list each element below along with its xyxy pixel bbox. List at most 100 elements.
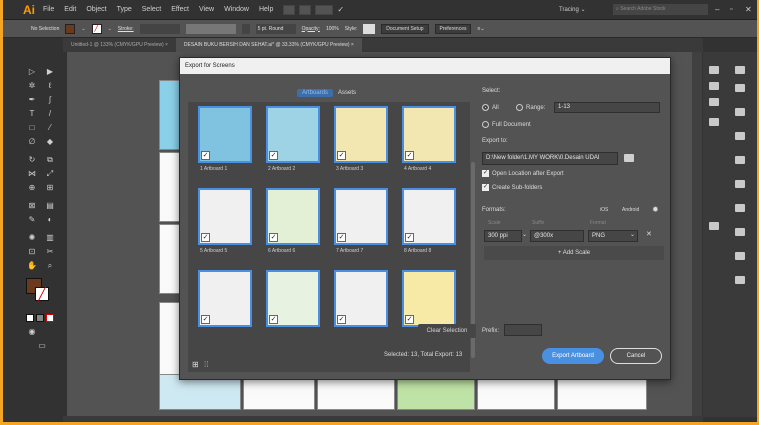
appearance-icon[interactable] [735, 204, 745, 212]
draw-mode-icon[interactable]: ◉ [25, 326, 39, 337]
properties-icon[interactable] [709, 66, 719, 74]
menu-help[interactable]: Help [259, 6, 273, 13]
ios-preset[interactable]: iOS [600, 207, 608, 213]
menu-object[interactable]: Object [86, 6, 106, 13]
gradient-tool-icon[interactable]: ▤ [43, 200, 57, 211]
close-tab-icon[interactable]: × [165, 42, 168, 48]
artboard-thumbnail[interactable]: ✓ [266, 106, 320, 163]
create-subfolders-checkbox[interactable]: ✓ Create Sub-folders [482, 184, 542, 191]
grid-view-icon[interactable]: ⊞ [192, 360, 199, 369]
checkbox-icon[interactable]: ✓ [405, 233, 414, 242]
menu-edit[interactable]: Edit [64, 6, 76, 13]
format-dropdown-icon[interactable]: ⌄ [630, 231, 635, 238]
checkbox-icon[interactable]: ✓ [482, 170, 489, 177]
menu-view[interactable]: View [199, 6, 214, 13]
artboard-thumbnail[interactable]: ✓ [198, 188, 252, 245]
checkbox-icon[interactable]: ✓ [269, 233, 278, 242]
artboard-thumbnail[interactable]: ✓ [266, 270, 320, 327]
menu-window[interactable]: Window [224, 6, 249, 13]
artboard-thumbnail[interactable]: ✓ [334, 270, 388, 327]
lasso-icon[interactable]: ℓ [43, 80, 57, 91]
shaper-tool-icon[interactable]: ∅ [25, 136, 39, 147]
magic-wand-icon[interactable]: ✲ [25, 80, 39, 91]
preferences-button[interactable]: Preferences [434, 23, 472, 34]
artboard-thumbnail[interactable]: ✓ [402, 106, 456, 163]
type-tool-icon[interactable]: T [25, 108, 39, 119]
checkbox-icon[interactable]: ✓ [337, 315, 346, 324]
scale-dropdown-icon[interactable]: ⌄ [522, 231, 527, 238]
radio-range[interactable]: Range: [516, 104, 545, 111]
brushes-icon[interactable] [735, 108, 745, 116]
color-mode-icon[interactable] [26, 314, 34, 322]
gradient-icon[interactable] [735, 156, 745, 164]
column-graph-icon[interactable]: ▥ [43, 232, 57, 243]
character-icon[interactable] [735, 252, 745, 260]
maximize-icon[interactable]: ▫ [730, 6, 732, 13]
cancel-button[interactable]: Cancel [610, 348, 662, 364]
radio-off-icon[interactable] [482, 121, 489, 128]
artboard-thumbnail[interactable]: ✓ [198, 106, 252, 163]
settings-gear-icon[interactable]: ✹ [652, 205, 659, 214]
remove-scale-icon[interactable]: ✕ [646, 230, 652, 238]
direct-selection-tool-icon[interactable]: ▶ [43, 66, 57, 77]
pen-tool-icon[interactable]: ✒ [25, 94, 39, 105]
transparency-icon[interactable] [735, 180, 745, 188]
opacity-label[interactable]: Opacity: [302, 26, 320, 32]
checkbox-icon[interactable]: ✓ [337, 151, 346, 160]
scale-tool-icon[interactable]: ⧉ [43, 154, 57, 165]
arrange-docs-icon[interactable] [315, 4, 334, 15]
tab-untitled-1[interactable]: Untitled-1 @ 133% (CMYK/GPU Preview) × [63, 42, 176, 48]
artboard-thumbnail[interactable]: ✓ [198, 270, 252, 327]
stock-search-input[interactable]: ⌕ Search Adobe Stock [613, 4, 708, 15]
bridge-icon[interactable] [283, 4, 296, 15]
android-preset[interactable]: Android [622, 207, 639, 213]
artboard-thumbnail[interactable]: ✓ [334, 106, 388, 163]
transform-icon[interactable] [735, 228, 745, 236]
radio-all[interactable]: All [482, 104, 499, 111]
graphic-styles-icon[interactable] [709, 222, 719, 230]
minimize-icon[interactable]: – [715, 5, 719, 14]
artboard-tool-icon[interactable]: ⊡ [25, 246, 39, 257]
artboard-thumbnail[interactable]: ✓ [402, 270, 456, 327]
checkbox-icon[interactable]: ✓ [405, 315, 414, 324]
open-location-checkbox[interactable]: ✓ Open Location after Export [482, 170, 564, 177]
radio-off-icon[interactable] [516, 104, 523, 111]
width-tool-icon[interactable]: ⋈ [25, 168, 39, 179]
line-tool-icon[interactable]: / [43, 108, 57, 119]
close-icon[interactable]: ✕ [745, 5, 752, 14]
vertical-scrollbar[interactable] [692, 52, 702, 417]
stock-icon[interactable] [299, 4, 312, 15]
list-view-icon[interactable]: ⁞⁞ [204, 360, 208, 369]
screen-mode-icon[interactable]: ▭ [35, 340, 49, 351]
clear-selection-button[interactable]: Clear Selection [418, 324, 476, 338]
checkbox-icon[interactable]: ✓ [269, 151, 278, 160]
blend-tool-icon[interactable]: ◐ [43, 214, 57, 225]
tab-assets[interactable]: Assets [333, 89, 361, 97]
mesh-tool-icon[interactable]: ⊠ [25, 200, 39, 211]
stroke-swatch[interactable]: ╱ [91, 23, 102, 34]
range-input[interactable]: 1-13 [554, 102, 660, 113]
symbols-icon[interactable] [709, 118, 719, 126]
export-path-field[interactable]: D:\New folder\1.MY WORK\0.Desain UDAI [482, 152, 618, 165]
tab-artboards[interactable]: Artboards [297, 89, 334, 97]
fill-swatch[interactable] [65, 23, 76, 34]
menu-select[interactable]: Select [142, 6, 161, 13]
eyedropper-icon[interactable]: ✎ [25, 214, 39, 225]
checkbox-icon[interactable]: ✓ [405, 151, 414, 160]
checkbox-icon[interactable]: ✓ [337, 233, 346, 242]
libraries-icon[interactable] [709, 82, 719, 90]
profile-dropdown[interactable] [241, 23, 250, 34]
document-setup-button[interactable]: Document Setup [381, 23, 429, 34]
checkbox-icon[interactable]: ✓ [201, 151, 210, 160]
shape-builder-icon[interactable]: ⊕ [25, 182, 39, 193]
curvature-tool-icon[interactable]: ∫ [43, 94, 57, 105]
variable-width-profile[interactable] [185, 23, 236, 34]
hand-tool-icon[interactable]: ✋ [25, 260, 39, 271]
paintbrush-icon[interactable]: ⁄ [43, 122, 57, 133]
layers-icon[interactable] [735, 66, 745, 74]
tab-desain-buku[interactable]: DESAIN BUKU BERSIH DAN SEHAT.ai* @ 33.33… [175, 38, 362, 52]
checkbox-icon[interactable]: ✓ [269, 315, 278, 324]
add-scale-button[interactable]: + Add Scale [484, 246, 664, 260]
scale-select[interactable]: 300 ppi [484, 230, 522, 242]
radio-on-icon[interactable] [482, 104, 489, 111]
